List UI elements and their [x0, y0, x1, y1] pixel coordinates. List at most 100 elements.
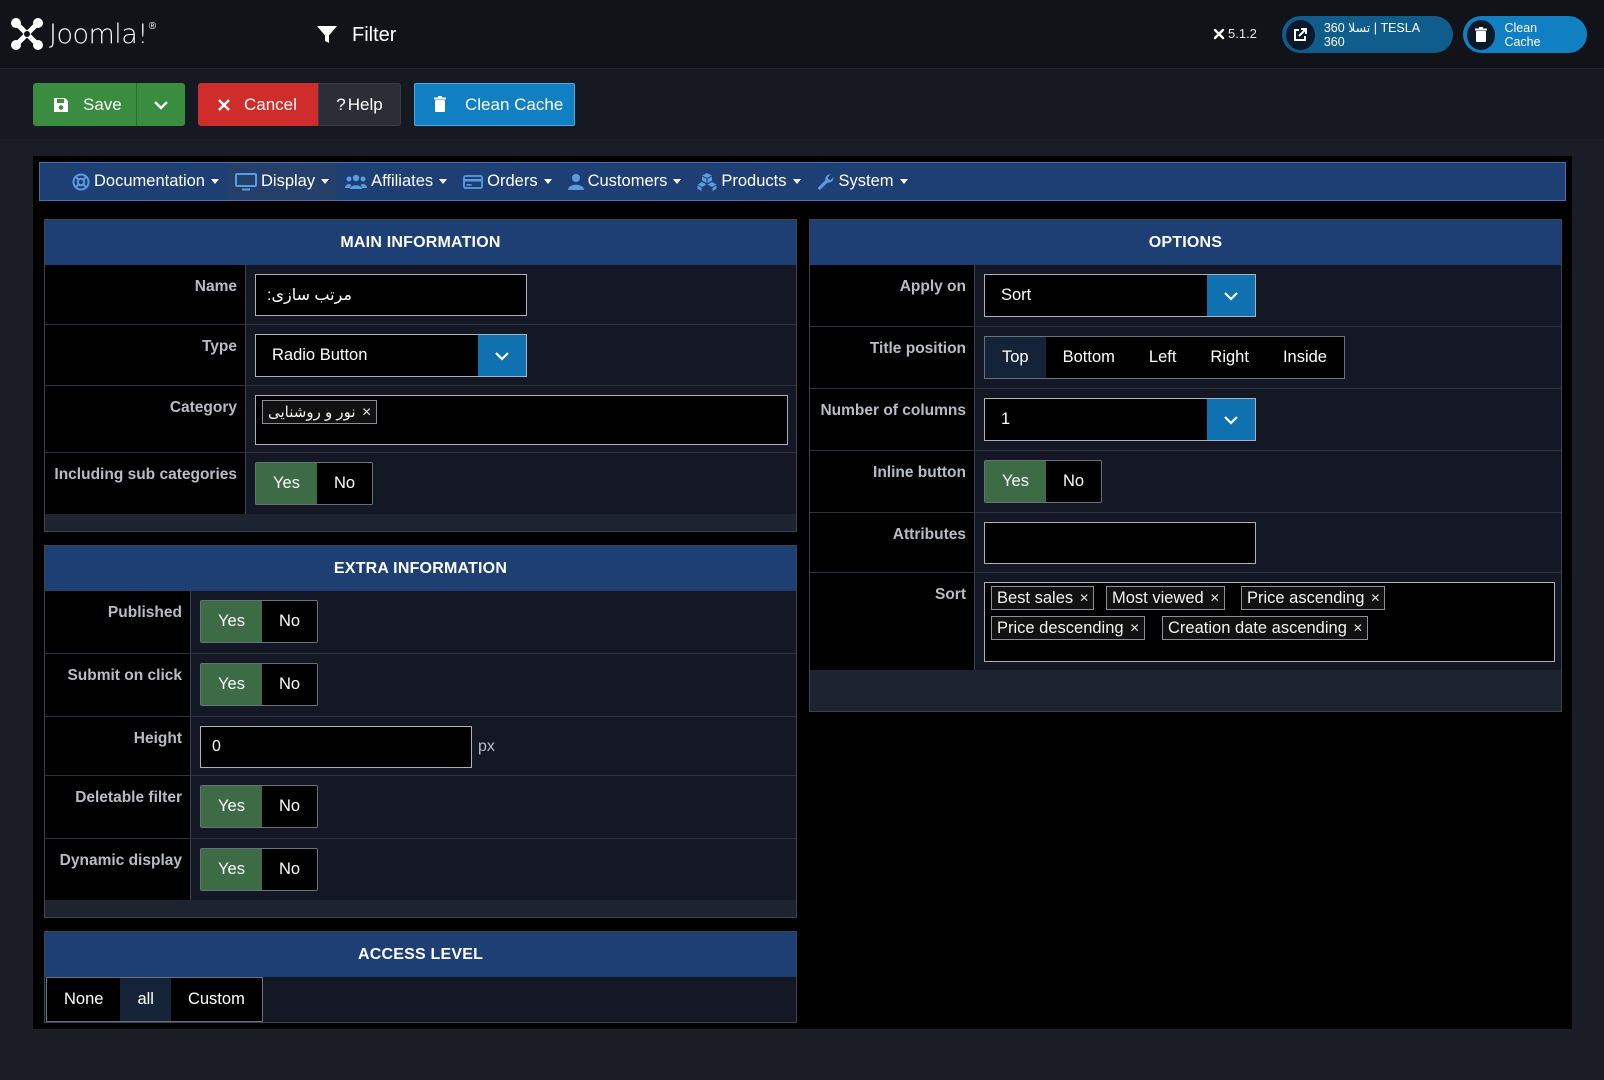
form-row-subcategories: Including sub categories	[45, 453, 796, 515]
remove-tag-icon[interactable]: ✕	[1370, 591, 1380, 605]
cancel-label: Cancel	[244, 94, 297, 114]
caret-down-icon	[792, 179, 801, 184]
toggle-no[interactable]: No	[1046, 461, 1101, 502]
deletable-filter-toggle[interactable]: Yes No	[200, 785, 318, 828]
extra-information-panel: EXTRA INFORMATION Published Yes No Submi…	[44, 545, 797, 918]
remove-tag-icon[interactable]: ✕	[362, 405, 372, 419]
cubes-icon	[697, 172, 717, 191]
form-row-dynamic-display: Dynamic display	[45, 839, 796, 901]
title-position-inside[interactable]: Inside	[1266, 337, 1344, 378]
menu-documentation[interactable]: Documentation	[64, 163, 227, 200]
header-clean-cache-button[interactable]: Clean Cache	[1463, 16, 1587, 53]
save-label: Save	[83, 94, 122, 114]
menu-label: Affiliates	[371, 172, 434, 190]
options-panel: OPTIONS Apply on Sort Title position Top…	[809, 219, 1562, 712]
field-label: Title position	[810, 327, 975, 388]
form-row-published: Published	[45, 591, 796, 654]
chevron-down-icon	[478, 335, 526, 376]
menu-label: Orders	[487, 172, 538, 190]
help-button[interactable]: ? Help	[318, 83, 401, 126]
toggle-no[interactable]: No	[262, 786, 317, 827]
title-position-top[interactable]: Top	[985, 337, 1046, 378]
toggle-yes[interactable]: Yes	[985, 461, 1046, 502]
menu-display[interactable]: Display	[226, 163, 338, 200]
name-input[interactable]: مرتب سازی:	[255, 274, 527, 316]
dynamic-display-toggle[interactable]: Yes No	[200, 848, 318, 891]
access-option-all[interactable]: all	[120, 978, 171, 1021]
remove-tag-icon[interactable]: ✕	[1079, 591, 1089, 605]
save-button[interactable]: Save	[33, 83, 136, 126]
type-select[interactable]: Radio Button	[255, 334, 527, 377]
tag-label: Best sales	[997, 588, 1074, 607]
menu-label: Customers	[587, 172, 668, 190]
wrench-icon	[817, 173, 834, 190]
toggle-no[interactable]: No	[262, 601, 317, 642]
field-label: Inline button	[810, 451, 975, 512]
title-position-right[interactable]: Right	[1193, 337, 1266, 378]
field-label: Including sub categories	[45, 453, 246, 515]
field-label: Name	[45, 265, 246, 324]
menu-customers[interactable]: Customers	[560, 163, 690, 200]
toggle-yes[interactable]: Yes	[201, 601, 262, 642]
clean-cache-label: Clean Cache	[465, 94, 564, 114]
apply-on-value: Sort	[1001, 286, 1032, 304]
page-title-text: Filter	[352, 23, 397, 46]
submit-on-click-toggle[interactable]: Yes No	[200, 663, 318, 706]
height-input[interactable]: 0	[200, 726, 472, 768]
panel-title: ACCESS LEVEL	[45, 932, 796, 977]
tag-label: نور و روشنایی	[268, 404, 356, 421]
access-level-selector[interactable]: None all Custom	[46, 977, 263, 1022]
top-header: Joomla! ® Filter 5.1.2 360 تسلا | TESLA …	[0, 0, 1604, 69]
columns-select[interactable]: 1	[984, 398, 1256, 441]
credit-card-icon	[463, 174, 484, 189]
subcategories-toggle[interactable]: Yes No	[255, 462, 373, 505]
menu-label: Display	[260, 172, 316, 190]
view-site-button[interactable]: 360 تسلا | TESLA 360	[1282, 16, 1453, 53]
panel-footer	[810, 670, 1561, 711]
remove-tag-icon[interactable]: ✕	[1353, 621, 1363, 635]
field-label: Attributes	[810, 513, 975, 572]
attributes-input[interactable]	[984, 522, 1256, 564]
sort-tag: Most viewed ✕	[1106, 586, 1225, 610]
menu-orders[interactable]: Orders	[455, 163, 559, 200]
page-title: Filter	[316, 20, 396, 50]
access-option-none[interactable]: None	[47, 978, 120, 1021]
sort-tag-input[interactable]: Best sales ✕ Most viewed ✕ Price ascending…	[984, 582, 1555, 662]
toggle-yes[interactable]: Yes	[201, 786, 262, 827]
title-position-selector[interactable]: Top Bottom Left Right Inside	[984, 336, 1345, 379]
joomla-logo[interactable]: Joomla! ®	[10, 16, 156, 52]
published-toggle[interactable]: Yes No	[200, 600, 318, 643]
remove-tag-icon[interactable]: ✕	[1130, 621, 1140, 635]
panel-title: OPTIONS	[810, 220, 1561, 265]
save-dropdown-toggle[interactable]	[136, 83, 185, 126]
clean-cache-button[interactable]: Clean Cache	[414, 83, 575, 126]
toggle-yes[interactable]: Yes	[201, 849, 262, 890]
form-row-submit-on-click: Submit on click	[45, 654, 796, 717]
toggle-no[interactable]: No	[317, 463, 372, 504]
chevron-down-icon	[1207, 399, 1255, 440]
toggle-no[interactable]: No	[262, 849, 317, 890]
cancel-button[interactable]: Cancel	[198, 83, 318, 126]
tag-label: Most viewed	[1112, 588, 1204, 607]
apply-on-select[interactable]: Sort	[984, 274, 1256, 317]
category-tag-input[interactable]: نور و روشنایی ✕	[255, 395, 788, 445]
menu-label: Products	[721, 172, 787, 190]
panel-footer	[45, 900, 796, 917]
inline-button-toggle[interactable]: Yes No	[984, 460, 1102, 503]
toggle-yes[interactable]: Yes	[256, 463, 317, 504]
form-row-deletable: Deletable filter	[45, 776, 796, 839]
access-option-custom[interactable]: Custom	[171, 978, 262, 1021]
menu-products[interactable]: Products	[689, 163, 808, 200]
menu-system[interactable]: System	[809, 163, 916, 200]
title-position-left[interactable]: Left	[1132, 337, 1194, 378]
toggle-no[interactable]: No	[262, 664, 317, 705]
title-position-bottom[interactable]: Bottom	[1046, 337, 1132, 378]
field-label: Dynamic display	[45, 839, 191, 901]
menu-affiliates[interactable]: Affiliates	[337, 163, 455, 200]
view-site-label: 360 تسلا | TESLA 360	[1323, 21, 1420, 49]
caret-down-icon	[673, 179, 682, 184]
caret-down-icon	[321, 179, 330, 184]
question-icon: ?	[336, 94, 346, 114]
toggle-yes[interactable]: Yes	[201, 664, 262, 705]
remove-tag-icon[interactable]: ✕	[1210, 591, 1220, 605]
